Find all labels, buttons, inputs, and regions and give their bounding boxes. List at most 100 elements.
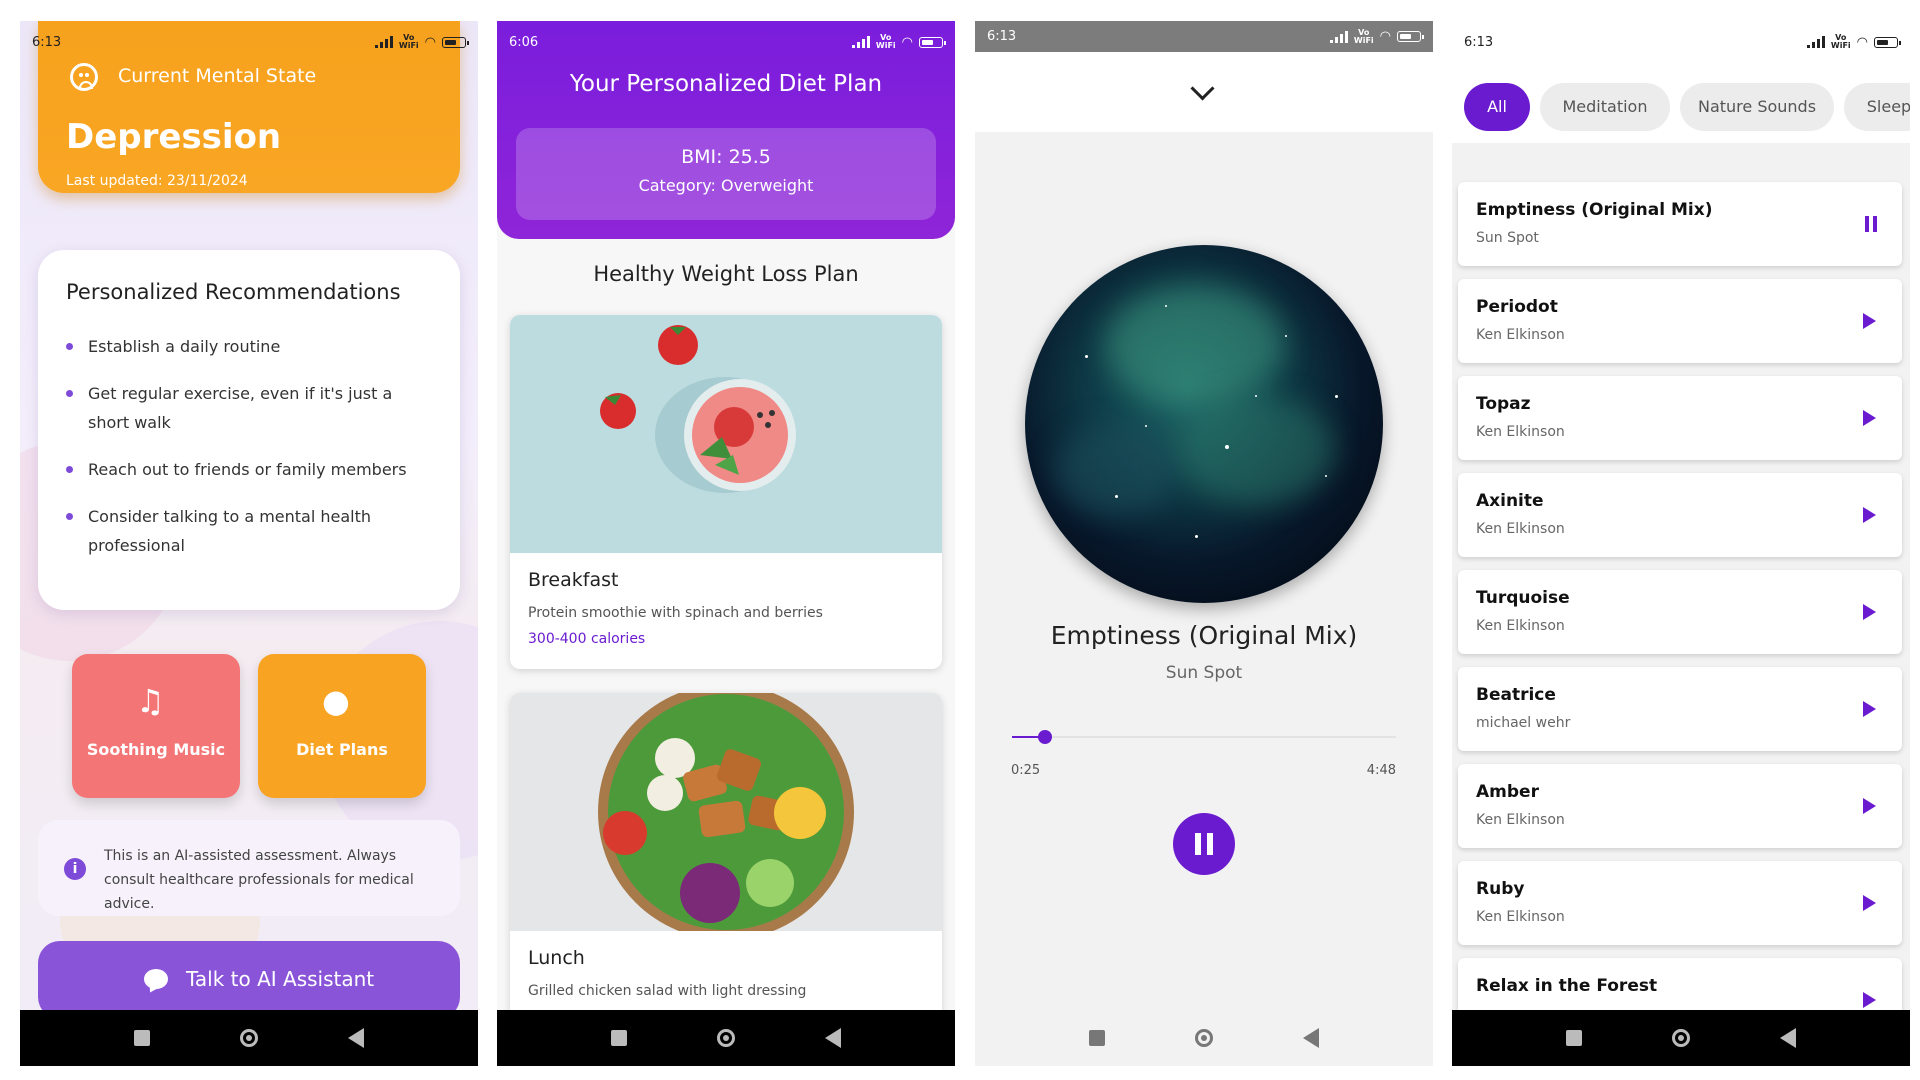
sad-face-icon xyxy=(70,63,98,91)
diet-plan-screen: 6:06 Vo WiFi ◠ Your Personalized Diet Pla… xyxy=(497,21,955,1066)
pause-icon xyxy=(1195,833,1201,855)
system-nav-bar xyxy=(975,1010,1433,1066)
meal-description: Grilled chicken salad with light dressin… xyxy=(528,983,807,999)
wifi-icon: ◠ xyxy=(901,34,913,50)
status-time: 6:13 xyxy=(32,34,62,50)
ai-disclaimer: i This is an AI-assisted assessment. Alw… xyxy=(38,820,460,916)
play-icon[interactable] xyxy=(1863,701,1876,717)
play-icon[interactable] xyxy=(1863,507,1876,523)
last-updated: Last updated: 23/11/2024 xyxy=(66,173,248,189)
recommendations-card: Personalized Recommendations Establish a… xyxy=(38,250,460,610)
vowifi-icon: Vo WiFi xyxy=(1353,27,1374,45)
music-library-screen: 6:13 Vo WiFi ◠ All Meditation Nature Soun… xyxy=(1452,21,1910,1066)
pause-icon[interactable] xyxy=(1864,216,1878,232)
state-value: Depression xyxy=(66,117,282,157)
music-note-icon: ♫ xyxy=(136,682,165,720)
back-button[interactable] xyxy=(1303,1028,1319,1048)
song-item[interactable]: Axinite Ken Elkinson xyxy=(1458,473,1902,557)
song-item[interactable]: Beatrice michael wehr xyxy=(1458,667,1902,751)
battery-icon xyxy=(1397,31,1424,42)
wifi-icon: ◠ xyxy=(1379,29,1391,44)
seek-thumb[interactable] xyxy=(1038,730,1053,744)
play-icon[interactable] xyxy=(1863,313,1876,329)
status-time: 6:13 xyxy=(1464,34,1494,50)
play-icon[interactable] xyxy=(1863,410,1876,426)
signal-icon xyxy=(374,36,393,48)
battery-icon xyxy=(919,36,946,48)
song-title: Turquoise xyxy=(1476,588,1570,608)
play-icon[interactable] xyxy=(1863,992,1876,1008)
chip-nature-sounds[interactable]: Nature Sounds xyxy=(1680,83,1834,131)
chip-meditation[interactable]: Meditation xyxy=(1540,83,1670,131)
pause-button[interactable] xyxy=(1173,813,1235,875)
diet-header: 6:06 Vo WiFi ◠ Your Personalized Diet Pla… xyxy=(497,21,955,239)
home-button[interactable] xyxy=(1672,1029,1690,1047)
smoothie-image xyxy=(510,315,942,553)
bmi-category: Category: Overweight xyxy=(638,176,814,195)
recents-button[interactable] xyxy=(611,1030,627,1046)
song-artist: michael wehr xyxy=(1476,715,1571,731)
tile-label: Diet Plans xyxy=(296,740,388,759)
seek-bar[interactable] xyxy=(1012,730,1396,744)
tile-label: Soothing Music xyxy=(86,740,226,759)
recents-button[interactable] xyxy=(134,1030,150,1046)
song-item[interactable]: Turquoise Ken Elkinson xyxy=(1458,570,1902,654)
song-artist: Ken Elkinson xyxy=(1476,618,1565,634)
song-item[interactable]: Ruby Ken Elkinson xyxy=(1458,861,1902,945)
play-icon[interactable] xyxy=(1863,895,1876,911)
back-button[interactable] xyxy=(348,1028,364,1048)
signal-icon xyxy=(1806,36,1825,48)
vowifi-icon: Vo WiFi xyxy=(875,33,896,50)
state-label: Current Mental State xyxy=(118,65,317,87)
status-time: 6:13 xyxy=(987,29,1017,44)
wifi-icon: ◠ xyxy=(1856,34,1868,50)
song-item[interactable]: Emptiness (Original Mix) Sun Spot xyxy=(1458,182,1902,266)
meal-name: Breakfast xyxy=(528,569,619,591)
recommendation-item: Establish a daily routine xyxy=(66,332,436,361)
home-button[interactable] xyxy=(1195,1029,1213,1047)
play-icon[interactable] xyxy=(1863,604,1876,620)
diet-plans-tile[interactable]: ● Diet Plans xyxy=(258,654,426,798)
song-title: Axinite xyxy=(1476,491,1544,511)
play-icon[interactable] xyxy=(1863,798,1876,814)
song-item[interactable]: Periodot Ken Elkinson xyxy=(1458,279,1902,363)
meal-card-lunch[interactable]: Lunch Grilled chicken salad with light d… xyxy=(510,693,942,1033)
song-artist: Ken Elkinson xyxy=(1476,909,1565,925)
song-title: Topaz xyxy=(1476,394,1531,414)
song-title: Periodot xyxy=(1476,297,1558,317)
song-artist: Ken Elkinson xyxy=(1476,424,1565,440)
chip-all[interactable]: All xyxy=(1464,83,1530,131)
track-title: Emptiness (Original Mix) xyxy=(1050,621,1358,650)
recents-button[interactable] xyxy=(1566,1030,1582,1046)
song-item[interactable]: Amber Ken Elkinson xyxy=(1458,764,1902,848)
recommendations-title: Personalized Recommendations xyxy=(66,280,401,304)
song-item[interactable]: Topaz Ken Elkinson xyxy=(1458,376,1902,460)
meal-calories: 300-400 calories xyxy=(528,631,646,647)
chat-bubble-icon xyxy=(144,969,168,989)
status-bar: 6:13 Vo WiFi ◠ xyxy=(1452,21,1910,63)
track-artist: Sun Spot xyxy=(1165,663,1243,683)
back-button[interactable] xyxy=(825,1028,841,1048)
song-title: Relax in the Forest xyxy=(1476,976,1658,996)
meal-description: Protein smoothie with spinach and berrie… xyxy=(528,605,823,621)
apple-icon: ● xyxy=(322,682,350,720)
back-button[interactable] xyxy=(1780,1028,1796,1048)
chip-sleep[interactable]: Sleep xyxy=(1844,83,1910,131)
talk-to-ai-button[interactable]: Talk to AI Assistant xyxy=(38,941,460,1019)
soothing-music-tile[interactable]: ♫ Soothing Music xyxy=(72,654,240,798)
recents-button[interactable] xyxy=(1089,1030,1105,1046)
song-artist: Ken Elkinson xyxy=(1476,812,1565,828)
system-nav-bar xyxy=(497,1010,955,1066)
category-filter-bar: All Meditation Nature Sounds Sleep xyxy=(1452,63,1910,143)
chevron-down-icon[interactable] xyxy=(1190,76,1215,101)
song-title: Ruby xyxy=(1476,879,1525,899)
system-nav-bar xyxy=(1452,1010,1910,1066)
page-title: Your Personalized Diet Plan xyxy=(569,71,883,97)
home-button[interactable] xyxy=(717,1029,735,1047)
wifi-icon: ◠ xyxy=(424,34,436,50)
home-button[interactable] xyxy=(240,1029,258,1047)
salad-image xyxy=(510,693,942,931)
status-bar: 6:06 Vo WiFi ◠ xyxy=(497,21,955,63)
meal-card-breakfast[interactable]: Breakfast Protein smoothie with spinach … xyxy=(510,315,942,669)
total-time: 4:48 xyxy=(1366,763,1396,778)
